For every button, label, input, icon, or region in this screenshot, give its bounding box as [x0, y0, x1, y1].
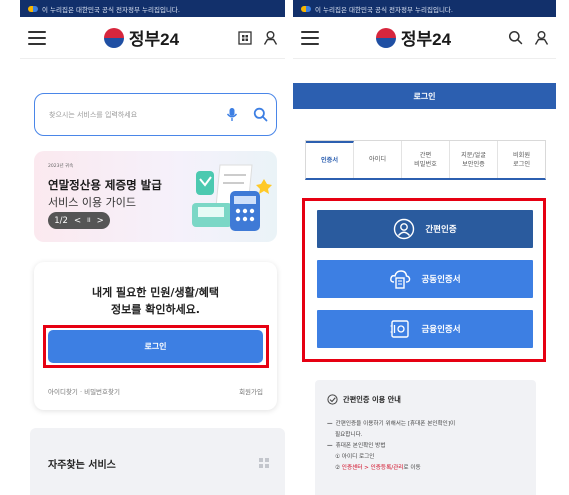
guide-line: 필요합니다. — [335, 432, 363, 438]
tab-guest-login[interactable]: 비회원 로그인 — [498, 141, 545, 178]
guide-title: 간편인증 이용 안내 — [343, 394, 401, 404]
auth-methods-highlight: 간편인증 공동인증서 금융인증서 — [302, 198, 546, 362]
guide-list: 간편인증을 이용하기 위해서는 [휴대폰 본인확인]이 필요합니다. 휴대폰 본… — [327, 419, 527, 474]
guide-header: 간편인증 이용 안내 — [327, 394, 401, 405]
gov-banner-text: 이 누리집은 대한민국 공식 전자정부 누리집입니다. — [315, 5, 453, 14]
grid-view-icon[interactable] — [259, 458, 269, 468]
person-circle-icon — [394, 218, 415, 240]
tab-certificate[interactable]: 인증서 — [306, 141, 354, 178]
gov-banner: 이 누리집은 대한민국 공식 전자정부 누리집입니다. — [293, 0, 556, 17]
gov-flag-icon — [301, 5, 311, 12]
pager-prev-button[interactable]: < — [74, 216, 81, 226]
app-header: 정부24 — [293, 17, 556, 59]
frequent-services-title: 자주찾는 서비스 — [48, 460, 116, 471]
promo-pager: 1/2 < II > — [48, 212, 110, 229]
login-screen-panel: 이 누리집은 대한민국 공식 전자정부 누리집입니다. 정부24 로그인 인증서… — [293, 0, 556, 495]
login-card-message: 내게 필요한 민원/생활/혜택 정보를 확인하세요. — [91, 286, 219, 316]
login-card: 내게 필요한 민원/생활/혜택 정보를 확인하세요. 로그인 아이디찾기 · 비… — [34, 262, 277, 410]
tab-biometric[interactable]: 지문/얼굴 보안인증 — [450, 141, 498, 178]
financial-certificate-label: 금융인증서 — [421, 325, 461, 335]
gov-flag-icon — [28, 5, 38, 12]
simple-auth-button[interactable]: 간편인증 — [317, 210, 533, 248]
pager-count: 1/2 — [54, 215, 68, 226]
gov-banner-text: 이 누리집은 대한민국 공식 전자정부 누리집입니다. — [42, 5, 180, 14]
joint-certificate-label: 공동인증서 — [421, 275, 461, 285]
promo-tag: 2023년 귀속 — [48, 164, 74, 169]
user-icon[interactable] — [534, 30, 550, 46]
guide-line: 간편인증을 이용하기 위해서는 [휴대폰 본인확인]이 — [327, 419, 527, 430]
page-title: 로그인 — [293, 83, 556, 109]
taegeuk-logo-icon — [375, 27, 396, 48]
menu-icon[interactable] — [301, 30, 319, 45]
tab-simple-password[interactable]: 간편 비밀번호 — [402, 141, 450, 178]
main-screen-panel: 이 누리집은 대한민국 공식 전자정부 누리집입니다. 정부24 2023년 귀… — [20, 0, 285, 495]
simple-auth-guide: 간편인증 이용 안내 간편인증을 이용하기 위해서는 [휴대폰 본인확인]이 필… — [315, 380, 536, 495]
gov-banner: 이 누리집은 대한민국 공식 전자정부 누리집입니다. — [20, 0, 285, 17]
search-bar — [34, 93, 277, 136]
check-circle-icon — [327, 394, 338, 405]
search-icon[interactable] — [252, 107, 268, 123]
tab-id[interactable]: 아이디 — [354, 141, 402, 178]
logo-text: 정부24 — [400, 30, 452, 49]
login-button[interactable]: 로그인 — [48, 330, 263, 363]
logo[interactable]: 정부24 — [103, 25, 180, 50]
promo-illustration — [192, 164, 272, 231]
find-account-links[interactable]: 아이디찾기 · 비밀번호찾기 — [48, 386, 120, 396]
signup-link[interactable]: 회원가입 — [239, 386, 263, 396]
app-header: 정부24 — [20, 17, 285, 59]
menu-icon[interactable] — [28, 30, 46, 45]
user-icon[interactable] — [263, 30, 279, 46]
guide-line: ① 아이디 로그인 — [335, 454, 375, 460]
promo-subtitle: 서비스 이용 가이드 — [48, 196, 136, 209]
financial-certificate-button[interactable]: 금융인증서 — [317, 310, 533, 348]
pager-pause-button[interactable]: II — [87, 217, 91, 224]
login-tabs: 인증서 아이디 간편 비밀번호 지문/얼굴 보안인증 비회원 로그인 — [305, 140, 546, 180]
joint-certificate-button[interactable]: 공동인증서 — [317, 260, 533, 298]
promo-title: 연말정산용 제증명 발급 — [48, 178, 162, 192]
guide-line: 휴대폰 본인확인 방법 — [327, 441, 527, 452]
search-icon[interactable] — [508, 30, 524, 46]
logo-text: 정부24 — [128, 30, 180, 49]
pager-next-button[interactable]: > — [97, 216, 104, 226]
cert-center-link[interactable]: 인증센터 > 인증등록/관리 — [342, 465, 404, 471]
qr-code-icon[interactable] — [237, 30, 253, 46]
guide-line: ② 인증센터 > 인증등록/관리로 이동 — [335, 465, 421, 471]
safe-icon — [390, 320, 410, 338]
frequent-services-section: 자주찾는 서비스 — [30, 428, 285, 495]
promo-banner[interactable]: 2023년 귀속 연말정산용 제증명 발급 서비스 이용 가이드 1/2 < I… — [34, 151, 277, 242]
simple-auth-label: 간편인증 — [425, 225, 457, 235]
search-input[interactable] — [49, 110, 224, 119]
taegeuk-logo-icon — [103, 27, 124, 48]
logo[interactable]: 정부24 — [375, 25, 452, 50]
microphone-icon[interactable] — [224, 107, 240, 123]
cloud-certificate-icon — [390, 270, 411, 289]
